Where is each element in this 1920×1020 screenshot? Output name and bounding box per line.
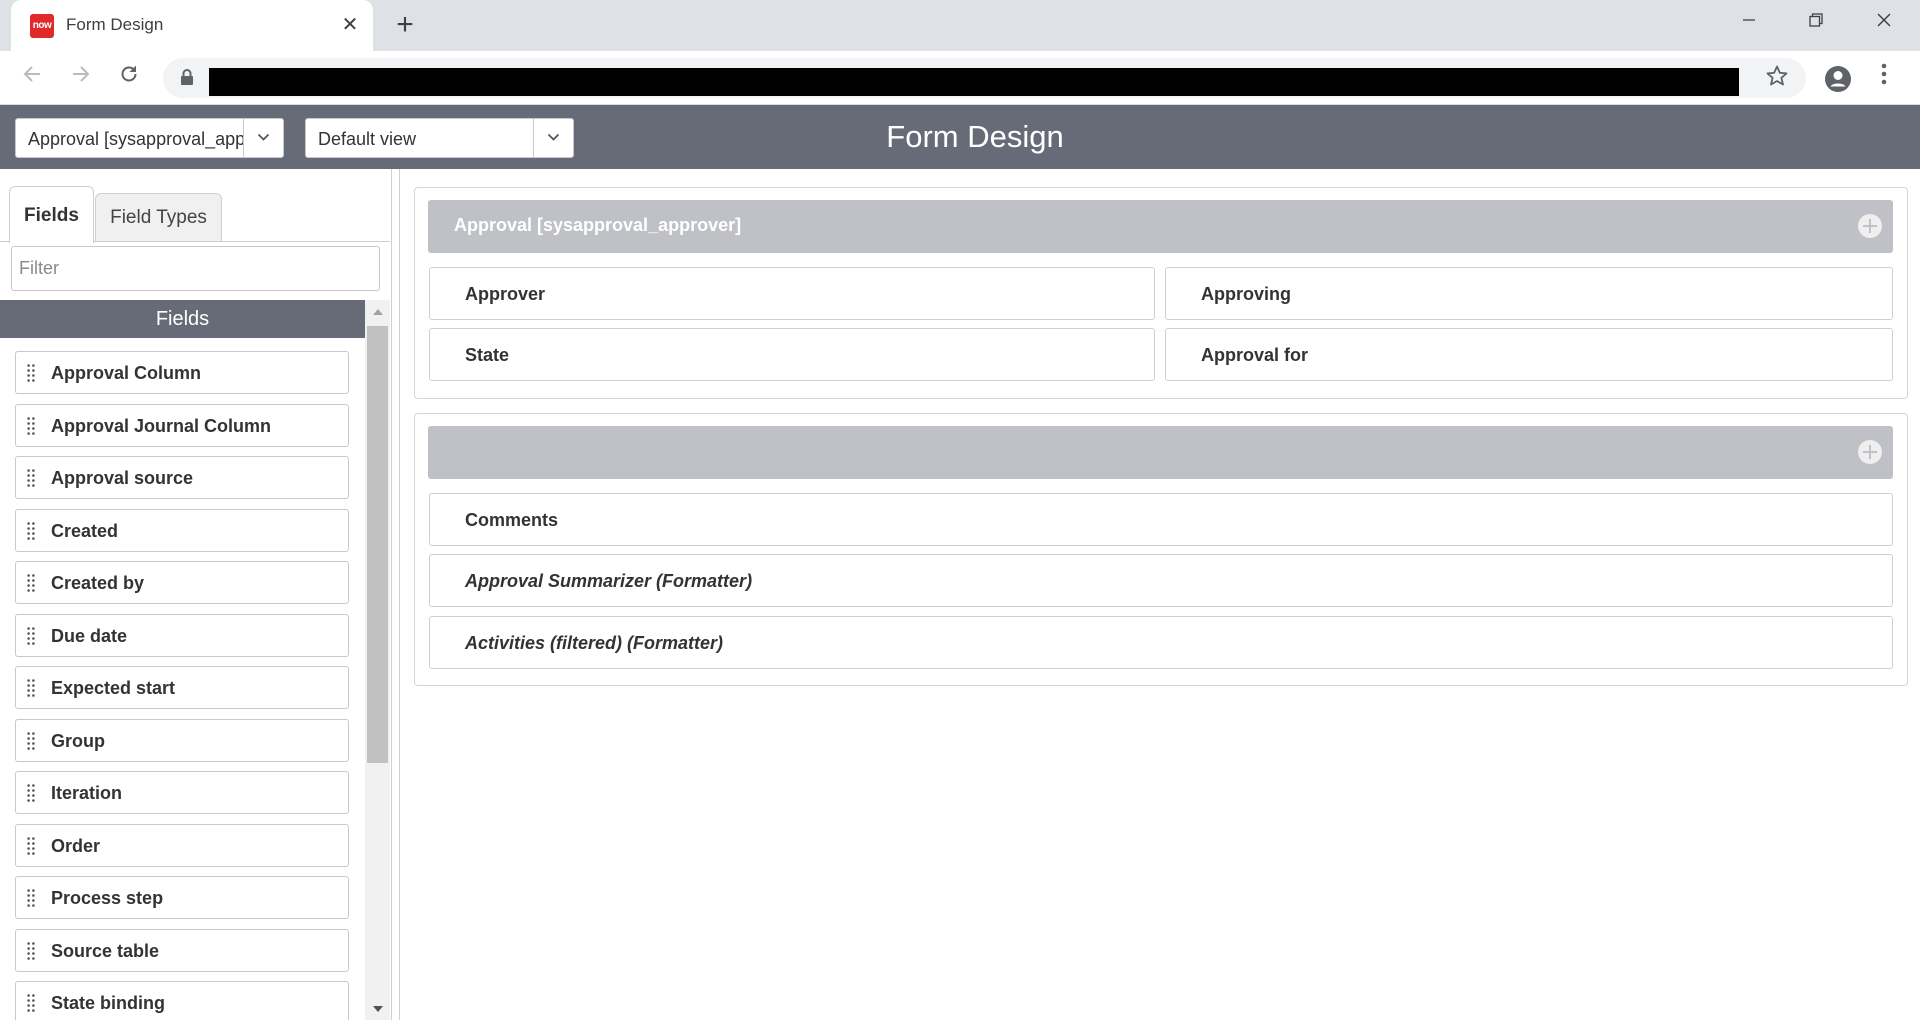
forward-arrow-icon[interactable] bbox=[66, 63, 96, 93]
section-header[interactable]: Approval [sysapproval_approver] bbox=[428, 200, 1893, 253]
fields-section-header: Fields bbox=[0, 300, 365, 338]
table-select[interactable]: Approval [sysapproval_approver] bbox=[15, 118, 284, 158]
browser-toolbar bbox=[0, 51, 1920, 105]
browser-tab[interactable]: now Form Design ✕ bbox=[11, 0, 373, 51]
page-title: Form Design bbox=[886, 119, 1064, 154]
restore-window-icon[interactable] bbox=[1789, 6, 1843, 38]
field-palette-item[interactable]: Due date bbox=[15, 613, 349, 657]
browser-tab-title: Form Design bbox=[66, 15, 164, 34]
tab-field-types[interactable]: Field Types bbox=[95, 193, 222, 241]
drag-handle-icon[interactable] bbox=[27, 784, 35, 802]
section-title: Approval [sysapproval_approver] bbox=[454, 215, 742, 235]
section-header[interactable] bbox=[428, 426, 1893, 479]
drag-handle-icon[interactable] bbox=[27, 679, 35, 697]
form-field-label: Approving bbox=[1201, 284, 1291, 304]
form-field-label: Approval for bbox=[1201, 345, 1309, 365]
drag-handle-icon[interactable] bbox=[27, 889, 35, 907]
url-redacted[interactable] bbox=[209, 68, 1739, 96]
field-palette-label: Process step bbox=[51, 888, 164, 908]
drag-handle-icon[interactable] bbox=[27, 521, 35, 540]
chevron-down-icon[interactable] bbox=[533, 119, 573, 157]
field-palette-label: Approval source bbox=[51, 468, 194, 488]
field-palette-panel: Fields Field Types Fields Approval Colum… bbox=[0, 169, 392, 1020]
field-palette-label: Approval Column bbox=[51, 363, 202, 383]
add-section-icon[interactable] bbox=[1858, 440, 1882, 464]
form-field-label: Activities (filtered) (Formatter) bbox=[465, 633, 724, 653]
field-palette-item[interactable]: Group bbox=[15, 718, 349, 762]
form-field-slot[interactable]: Approver bbox=[429, 267, 1155, 320]
browser-tab-strip: now Form Design ✕ + bbox=[0, 0, 1920, 51]
add-section-icon[interactable] bbox=[1858, 214, 1882, 238]
field-palette-label: State binding bbox=[51, 993, 165, 1013]
servicenow-favicon-icon: now bbox=[30, 14, 54, 38]
field-palette-item[interactable]: Approval source bbox=[15, 456, 349, 499]
field-palette-item[interactable]: Iteration bbox=[15, 771, 349, 814]
drag-handle-icon[interactable] bbox=[27, 469, 35, 487]
field-palette-label: Source table bbox=[51, 940, 160, 961]
form-field-label: Approver bbox=[465, 284, 546, 304]
browser-menu-icon[interactable] bbox=[1872, 61, 1896, 95]
new-tab-button[interactable]: + bbox=[389, 10, 421, 42]
app-header: Form Design Approval [sysapproval_approv… bbox=[0, 105, 1920, 169]
close-tab-icon[interactable]: ✕ bbox=[337, 12, 363, 38]
profile-avatar-icon[interactable] bbox=[1823, 64, 1853, 94]
field-list: Approval Column Approval Journal Column Ap… bbox=[0, 338, 365, 1020]
form-formatter-slot[interactable]: Activities (filtered) (Formatter) bbox=[429, 616, 1893, 669]
reload-icon[interactable] bbox=[114, 63, 144, 93]
field-palette-label: Created bbox=[51, 520, 119, 541]
filter-input[interactable] bbox=[11, 246, 380, 291]
scroll-down-arrow-icon[interactable] bbox=[373, 1006, 383, 1012]
field-palette-item[interactable]: Source table bbox=[15, 928, 349, 972]
field-palette-label: Approval Journal Column bbox=[51, 415, 272, 436]
table-select-value: Approval [sysapproval_approver] bbox=[28, 129, 244, 149]
field-palette-item[interactable]: State binding bbox=[15, 981, 349, 1020]
drag-handle-icon[interactable] bbox=[27, 836, 35, 855]
form-field-slot[interactable]: Approving bbox=[1165, 267, 1893, 320]
form-field-label: Approval Summarizer (Formatter) bbox=[465, 571, 753, 591]
form-formatter-slot[interactable]: Approval Summarizer (Formatter) bbox=[429, 554, 1893, 607]
field-palette-item[interactable]: Approval Journal Column bbox=[15, 403, 349, 447]
close-window-icon[interactable] bbox=[1857, 6, 1911, 38]
lock-icon bbox=[180, 68, 194, 86]
minimize-window-icon[interactable] bbox=[1722, 6, 1776, 38]
field-palette-label: Iteration bbox=[51, 783, 123, 803]
form-field-label: State bbox=[465, 345, 510, 365]
view-select[interactable]: Default view bbox=[305, 118, 574, 158]
field-palette-label: Created by bbox=[51, 573, 145, 593]
field-palette-label: Expected start bbox=[51, 678, 176, 698]
panel-splitter[interactable] bbox=[392, 169, 400, 1020]
chevron-down-icon[interactable] bbox=[243, 119, 283, 157]
form-field-slot[interactable]: Comments bbox=[429, 493, 1893, 546]
bookmark-star-icon[interactable] bbox=[1765, 64, 1789, 95]
address-bar[interactable] bbox=[163, 58, 1806, 98]
form-section-approval: Approval [sysapproval_approver] Approver… bbox=[414, 187, 1908, 399]
drag-handle-icon[interactable] bbox=[27, 416, 35, 435]
back-arrow-icon[interactable] bbox=[17, 63, 47, 93]
field-list-scrollbar[interactable] bbox=[365, 300, 390, 1020]
field-palette-item[interactable]: Expected start bbox=[15, 666, 349, 709]
form-field-label: Comments bbox=[465, 510, 559, 530]
scroll-up-arrow-icon[interactable] bbox=[373, 309, 383, 315]
drag-handle-icon[interactable] bbox=[27, 941, 35, 960]
view-select-value: Default view bbox=[318, 129, 417, 149]
field-palette-item[interactable]: Approval Column bbox=[15, 351, 349, 394]
drag-handle-icon[interactable] bbox=[27, 626, 35, 645]
form-field-slot[interactable]: Approval for bbox=[1165, 328, 1893, 381]
drag-handle-icon[interactable] bbox=[27, 994, 35, 1012]
tab-fields[interactable]: Fields bbox=[9, 186, 94, 243]
field-palette-item[interactable]: Order bbox=[15, 823, 349, 867]
drag-handle-icon[interactable] bbox=[27, 574, 35, 592]
field-palette-item[interactable]: Created bbox=[15, 508, 349, 552]
drag-handle-icon[interactable] bbox=[27, 731, 35, 750]
field-palette-item[interactable]: Created by bbox=[15, 561, 349, 604]
field-palette-item[interactable]: Process step bbox=[15, 876, 349, 919]
field-palette-label: Due date bbox=[51, 625, 128, 646]
form-field-slot[interactable]: State bbox=[429, 328, 1155, 381]
scrollbar-thumb[interactable] bbox=[367, 326, 388, 763]
field-palette-label: Group bbox=[51, 730, 105, 751]
drag-handle-icon[interactable] bbox=[27, 364, 35, 382]
field-palette-label: Order bbox=[51, 835, 101, 856]
form-section-untitled: Comments Approval Summarizer (Formatter)… bbox=[414, 413, 1908, 686]
